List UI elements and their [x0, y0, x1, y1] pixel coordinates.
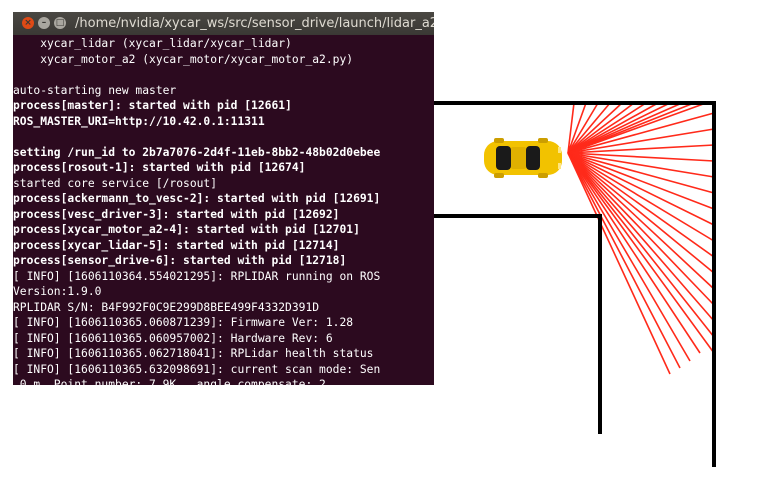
lidar-ray — [567, 152, 691, 362]
terminal-line: [ INFO] [1606110365.060871239]: Firmware… — [13, 316, 354, 329]
maximize-icon: □ — [55, 18, 65, 28]
terminal-line: xycar_motor_a2 (xycar_motor/xycar_motor_… — [13, 52, 354, 66]
terminal-line: process[xycar_lidar-5]: started with pid… — [13, 238, 340, 252]
terminal-line: started core service [/rosout] — [13, 176, 218, 190]
minimize-icon: – — [41, 18, 47, 28]
lidar-simulator-view — [434, 91, 772, 493]
terminal-line: [ INFO] [1606110365.632098691]: current … — [13, 362, 381, 376]
terminal-line: process[vesc_driver-3]: started with pid… — [13, 207, 340, 221]
lidar-ray — [567, 152, 715, 306]
terminal-line: [ INFO] [1606110364.554021295]: RPLIDAR … — [13, 269, 381, 283]
lidar-rays — [567, 102, 715, 375]
terminal-line: [ INFO] [1606110365.060957002]: Hardware… — [13, 331, 333, 345]
terminal-line: setting /run_id to 2b7a7076-2d4f-11eb-8b… — [13, 145, 381, 159]
lidar-ray — [567, 152, 715, 354]
close-icon: × — [24, 18, 32, 28]
terminal-line: .0 m, Point number: 7.9K , angle_compens… — [13, 378, 326, 385]
lidar-ray — [567, 152, 715, 258]
lidar-ray — [567, 152, 715, 274]
maximize-button[interactable]: □ — [54, 17, 66, 29]
terminal-window[interactable]: × – □ /home/nvidia/xycar_ws/src/sensor_d… — [13, 12, 434, 385]
terminal-line: Version:1.9.0 — [13, 285, 102, 298]
terminal-line: [ INFO] [1606110365.062718041]: RPLidar … — [13, 347, 374, 360]
window-title: /home/nvidia/xycar_ws/src/sensor_drive/l… — [75, 16, 434, 31]
lidar-ray — [567, 152, 715, 242]
terminal-titlebar[interactable]: × – □ /home/nvidia/xycar_ws/src/sensor_d… — [13, 12, 434, 35]
terminal-line: ROS_MASTER_URI=http://10.42.0.1:11311 — [13, 114, 265, 128]
car-icon — [484, 138, 562, 178]
lidar-map-canvas — [434, 101, 716, 467]
terminal-line: process[xycar_motor_a2-4]: started with … — [13, 223, 360, 236]
terminal-line: RPLIDAR S/N: B4F992F0C9E299D8BEE499F4332… — [13, 300, 320, 314]
close-button[interactable]: × — [22, 17, 34, 29]
terminal-line: process[ackermann_to_vesc-2]: started wi… — [13, 192, 381, 205]
terminal-line: process[rosout-1]: started with pid [126… — [13, 161, 306, 174]
terminal-line: auto-starting new master — [13, 83, 177, 97]
lidar-ray — [567, 152, 715, 322]
terminal-output[interactable]: xycar_lidar (xycar_lidar/xycar_lidar) xy… — [13, 36, 434, 385]
lidar-ray — [567, 102, 647, 154]
minimize-button[interactable]: – — [38, 17, 50, 29]
terminal-line: process[master]: started with pid [12661… — [13, 99, 292, 112]
lidar-ray — [567, 152, 681, 369]
terminal-line: xycar_lidar (xycar_lidar/xycar_lidar) — [13, 37, 292, 50]
terminal-line: process[sensor_drive-6]: started with pi… — [13, 254, 347, 267]
